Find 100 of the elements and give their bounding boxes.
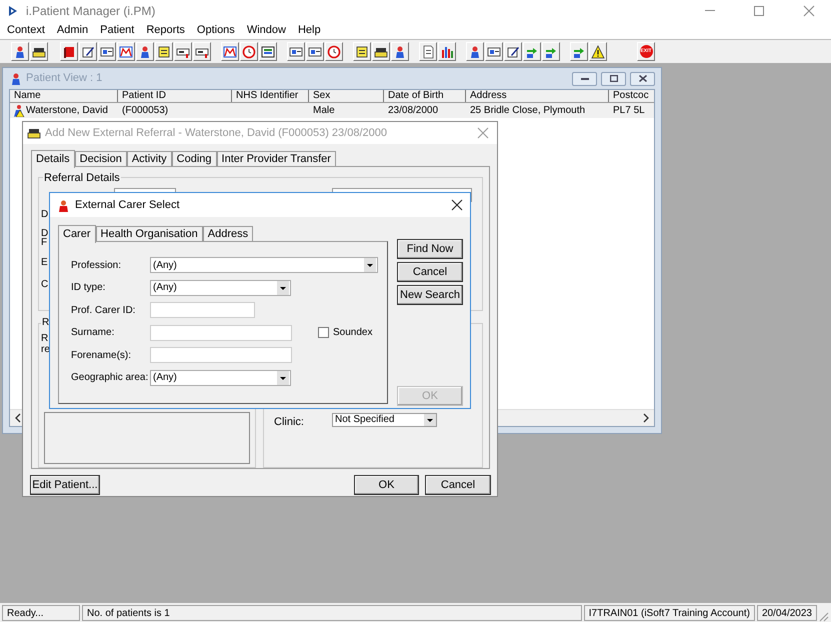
toolbar-button[interactable] (466, 42, 484, 61)
column-header[interactable]: Name (10, 90, 118, 102)
input-field[interactable] (150, 324, 292, 341)
toolbar-button[interactable] (589, 42, 607, 61)
window-button[interactable] (601, 72, 626, 86)
status-panel: Ready... (2, 604, 80, 620)
input-field[interactable] (150, 347, 292, 364)
column-header[interactable]: Postcoc (609, 90, 654, 102)
toolbar-button[interactable] (155, 42, 173, 61)
window-button[interactable] (630, 72, 655, 86)
clock-icon (327, 44, 341, 58)
column-header[interactable]: NHS Identifier (232, 90, 309, 102)
card-icon (308, 44, 322, 58)
restore-icon (610, 75, 618, 82)
toolbar-button[interactable] (570, 42, 588, 61)
dialog-button[interactable]: Cancel (397, 262, 463, 282)
table-cell-text: Male (313, 104, 335, 118)
window-button[interactable] (572, 72, 597, 86)
menu-item[interactable]: Help (298, 22, 321, 38)
toolbar-button[interactable] (60, 42, 78, 61)
tab[interactable]: Details (31, 150, 75, 168)
field-label: E (41, 257, 48, 269)
card-icon (289, 44, 303, 58)
tab[interactable]: Inter Provider Transfer (216, 151, 336, 167)
dialog-button[interactable]: OK (354, 475, 419, 495)
input-field[interactable] (150, 302, 255, 318)
dropdown-field[interactable]: (Any) (150, 257, 378, 273)
toolbar-button[interactable] (287, 42, 305, 61)
column-header[interactable]: Sex (309, 90, 384, 102)
window-title: i.Patient Manager (i.PM) (26, 2, 156, 20)
dialog-button[interactable]: Edit Patient... (30, 475, 100, 495)
pencil-icon (506, 44, 520, 58)
menu-item[interactable]: Reports (146, 22, 185, 38)
card-icon (100, 44, 114, 58)
column-header[interactable]: Address (466, 90, 609, 102)
close-icon (638, 75, 646, 82)
minimize-icon (705, 10, 715, 11)
toolbar-button[interactable] (136, 42, 154, 61)
toolbar-button[interactable] (485, 42, 503, 61)
toolbar-button[interactable] (30, 42, 48, 61)
toolbar-button[interactable] (542, 42, 560, 61)
column-header[interactable]: Patient ID (118, 90, 232, 102)
toolbar-button[interactable] (221, 42, 239, 61)
dialog-title: External Carer Select (75, 198, 180, 213)
menu-item[interactable]: Context (7, 22, 45, 38)
toolbar-button[interactable] (98, 42, 116, 61)
field-label: D (41, 209, 48, 221)
toolbar-button[interactable] (174, 42, 192, 61)
toolbar-button[interactable] (391, 42, 409, 61)
clock-icon (242, 44, 256, 58)
status-panel: No. of patients is 1 (82, 604, 582, 620)
dialog-button[interactable]: Find Now (397, 239, 463, 259)
tab[interactable]: Carer (58, 225, 96, 243)
resize-grip-icon (819, 612, 829, 622)
menu-item[interactable]: Options (196, 22, 235, 38)
toolbar-button[interactable] (259, 42, 277, 61)
minimize-icon (580, 78, 588, 80)
patient-warning-icon (12, 104, 25, 117)
field-label: ID type: (71, 281, 106, 296)
toolbar-button[interactable] (372, 42, 390, 61)
menu-item[interactable]: Admin (56, 22, 88, 38)
table-cell-text: PL7 5L (613, 104, 645, 118)
checkbox[interactable] (318, 327, 329, 338)
toolbar-button[interactable] (193, 42, 211, 61)
tab[interactable]: Decision (74, 151, 127, 167)
table-cell-text: (F000053) (122, 104, 168, 118)
toolbar-button[interactable] (504, 42, 522, 61)
toolbar-button[interactable] (353, 42, 371, 61)
toolbar-button[interactable] (306, 42, 324, 61)
toolbar-button[interactable] (523, 42, 541, 61)
toolbar-button[interactable] (117, 42, 135, 61)
toolbar-button[interactable] (11, 42, 29, 61)
dropdown-field[interactable]: (Any) (150, 370, 291, 386)
table-cell-text: 25 Bridle Close, Plymouth (470, 104, 586, 118)
toolbar-button[interactable] (79, 42, 97, 61)
list-box[interactable] (44, 412, 250, 464)
dialog-button[interactable]: Cancel (425, 475, 491, 495)
menu-item[interactable]: Patient (100, 22, 134, 38)
tab[interactable]: Coding (172, 151, 217, 167)
column-header[interactable]: Date of Birth (384, 90, 466, 102)
field-label: Geographic area: (71, 371, 150, 386)
person-icon (9, 72, 22, 85)
field-label: Clinic: (274, 415, 304, 430)
tab[interactable]: Health Organisation (96, 226, 203, 242)
tab[interactable]: Activity (126, 151, 172, 167)
person-icon (468, 44, 482, 58)
envelope-icon (119, 44, 133, 58)
clinic-combo[interactable]: Not Specified (332, 413, 437, 427)
toolbar-button[interactable] (438, 42, 456, 61)
person-icon (13, 44, 27, 58)
screen-icon (261, 44, 275, 58)
note-icon (157, 44, 171, 58)
dialog-button[interactable]: New Search (397, 285, 463, 305)
tab[interactable]: Address (202, 226, 254, 242)
note-icon (355, 44, 369, 58)
field-label: F (41, 237, 48, 249)
menu-item[interactable]: Window (246, 22, 286, 38)
field-label: Forename(s): (71, 348, 132, 363)
toolbar-button[interactable] (419, 42, 437, 61)
dropdown-field[interactable]: (Any) (150, 280, 291, 296)
